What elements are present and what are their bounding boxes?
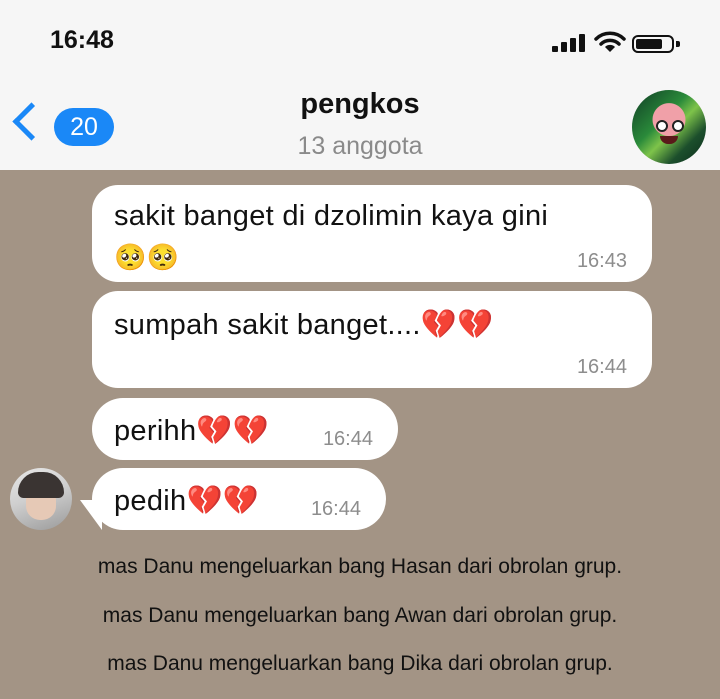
system-message: mas Danu mengeluarkan bang Awan dari obr… bbox=[102, 604, 618, 627]
message-text: sakit banget di dzolimin kaya gini bbox=[114, 200, 549, 232]
wifi-icon bbox=[594, 31, 626, 52]
message-bubble[interactable]: pedih💔💔 16:44 bbox=[92, 468, 386, 530]
message-time: 16:44 bbox=[310, 498, 361, 520]
message-time: 16:44 bbox=[576, 356, 627, 378]
sender-avatar[interactable] bbox=[10, 468, 72, 530]
system-message: mas Danu mengeluarkan bang Dika dari obr… bbox=[107, 652, 613, 675]
message-time: 16:43 bbox=[576, 250, 627, 272]
battery-icon bbox=[632, 35, 682, 55]
message-text: perihh💔💔 bbox=[114, 415, 270, 447]
group-name[interactable]: pengkos bbox=[0, 88, 720, 121]
message-text: sumpah sakit banget....💔💔 bbox=[114, 309, 494, 341]
system-message: mas Danu mengeluarkan bang Hasan dari ob… bbox=[97, 555, 623, 578]
message-bubble[interactable]: perihh💔💔 16:44 bbox=[92, 398, 398, 460]
group-avatar[interactable] bbox=[632, 90, 706, 164]
message-time: 16:44 bbox=[322, 428, 373, 450]
status-time: 16:48 bbox=[50, 26, 114, 54]
message-bubble[interactable]: sakit banget di dzolimin kaya gini 🥺🥺 16… bbox=[92, 185, 652, 282]
cellular-signal-icon bbox=[552, 34, 590, 52]
chat-header: 16:48 20 pengkos 13 anggota bbox=[0, 0, 720, 170]
message-emoji: 🥺🥺 bbox=[114, 242, 180, 272]
message-bubble[interactable]: sumpah sakit banget....💔💔 16:44 bbox=[92, 291, 652, 388]
message-text: pedih💔💔 bbox=[114, 485, 260, 517]
member-count[interactable]: 13 anggota bbox=[0, 132, 720, 161]
